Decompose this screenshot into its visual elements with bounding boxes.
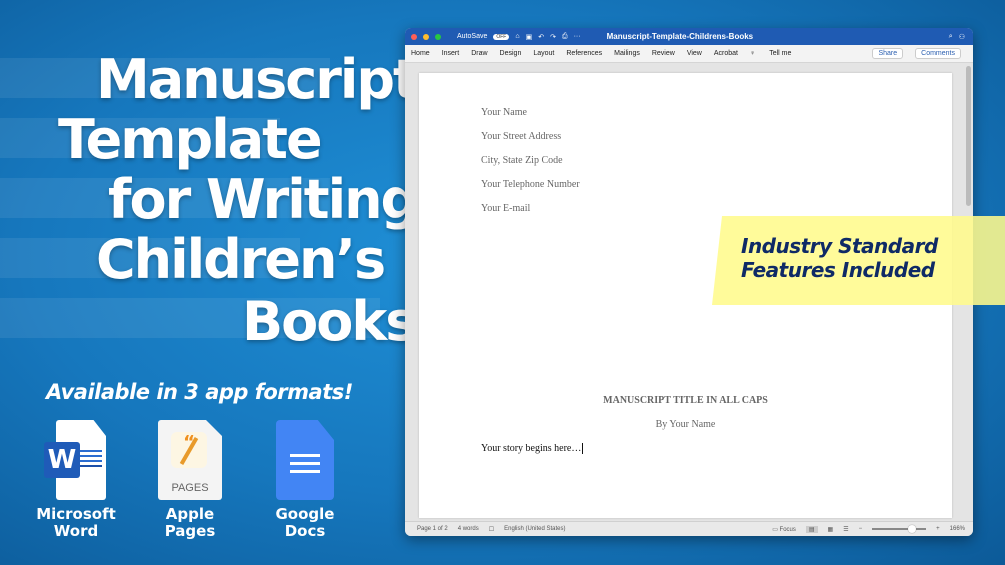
app-google-docs: Google Docs — [255, 420, 355, 540]
app-label: Pages — [164, 522, 216, 540]
features-banner: Industry Standard Features Included — [712, 216, 1005, 305]
tab-layout[interactable]: Layout — [533, 50, 554, 57]
address-line: Your Telephone Number — [481, 179, 580, 190]
app-label: Apple — [165, 505, 215, 523]
banner-line: Industry Standard — [741, 234, 938, 258]
redo-icon[interactable]: ↷ — [550, 33, 556, 41]
pages-icon: “ PAGES — [158, 420, 222, 500]
address-line: Your E-mail — [481, 203, 531, 214]
more-icon[interactable]: ··· — [574, 33, 581, 40]
focus-button[interactable]: ▭ Focus — [772, 526, 796, 533]
word-count[interactable]: 4 words — [458, 526, 479, 532]
app-label: Word — [53, 522, 99, 540]
tab-references[interactable]: References — [566, 50, 602, 57]
print-layout-icon[interactable]: ▤ — [805, 525, 818, 533]
home-icon[interactable]: ⌂ — [515, 33, 519, 40]
zoom-out-button[interactable]: − — [859, 526, 863, 532]
ribbon-tabs: Home Insert Draw Design Layout Reference… — [405, 45, 973, 63]
status-bar: Page 1 of 2 4 words ☐ English (United St… — [405, 521, 973, 536]
app-apple-pages: “ PAGES Apple Pages — [140, 420, 240, 540]
print-icon[interactable]: ⎙ — [562, 33, 568, 41]
app-label: Microsoft — [36, 505, 116, 523]
tab-view[interactable]: View — [687, 50, 702, 57]
manuscript-title: MANUSCRIPT TITLE IN ALL CAPS — [603, 395, 768, 406]
word-icon: W — [44, 420, 108, 500]
headline-line: for Writing — [108, 168, 419, 231]
banner-line: Features Included — [741, 258, 935, 282]
save-icon[interactable]: ▣ — [526, 33, 533, 41]
autosave-label: AutoSave — [457, 33, 488, 40]
zoom-level[interactable]: 166% — [950, 526, 965, 532]
tab-mailings[interactable]: Mailings — [614, 50, 640, 57]
close-button[interactable] — [411, 33, 417, 40]
zoom-slider[interactable] — [872, 525, 927, 533]
search-icon[interactable]: ⌕ — [949, 33, 953, 41]
available-formats-text: Available in 3 app formats! — [46, 380, 353, 404]
tab-insert[interactable]: Insert — [442, 50, 460, 57]
headline-line: Manuscript — [96, 48, 419, 111]
lightbulb-icon: ♀ — [749, 50, 758, 57]
tab-draw[interactable]: Draw — [471, 50, 487, 57]
headline-line: Children’s — [96, 228, 386, 291]
zoom-in-button[interactable]: + — [936, 526, 940, 532]
comments-button[interactable]: Comments — [915, 48, 961, 59]
headline-line: Books — [242, 290, 417, 353]
autosave-toggle[interactable]: OFF — [493, 33, 510, 40]
tab-design[interactable]: Design — [500, 50, 522, 57]
account-icon[interactable]: ⚇ — [959, 33, 965, 41]
story-body: Your story begins here… — [481, 443, 584, 454]
app-label: Docs — [284, 522, 326, 540]
undo-icon[interactable]: ↶ — [538, 33, 544, 41]
app-label: Google — [275, 505, 335, 523]
address-line: Your Name — [481, 107, 527, 118]
minimize-button[interactable] — [423, 33, 429, 40]
outline-icon[interactable]: ☰ — [843, 526, 848, 533]
vertical-scrollbar[interactable] — [966, 66, 971, 206]
address-line: Your Street Address — [481, 131, 562, 142]
address-line: City, State Zip Code — [481, 155, 563, 166]
proofing-icon[interactable]: ☐ — [489, 526, 494, 533]
headline-line: Template — [58, 108, 323, 171]
page-count[interactable]: Page 1 of 2 — [417, 526, 448, 532]
document-title: Manuscript-Template-Childrens-Books — [606, 32, 754, 41]
share-button[interactable]: Share — [872, 48, 904, 59]
tab-acrobat[interactable]: Acrobat — [714, 50, 738, 57]
app-microsoft-word: W Microsoft Word — [26, 420, 126, 540]
tab-home[interactable]: Home — [411, 50, 430, 57]
zoom-button[interactable] — [435, 33, 441, 40]
tab-review[interactable]: Review — [652, 50, 675, 57]
byline: By Your Name — [655, 419, 716, 430]
google-docs-icon — [276, 420, 334, 500]
title-bar: AutoSave OFF ⌂ ▣ ↶ ↷ ⎙ ··· Manuscript-Templat… — [405, 28, 973, 45]
web-layout-icon[interactable]: ▦ — [828, 526, 834, 533]
language[interactable]: English (United States) — [504, 526, 565, 532]
tell-me[interactable]: ♀ Tell me — [750, 50, 803, 57]
